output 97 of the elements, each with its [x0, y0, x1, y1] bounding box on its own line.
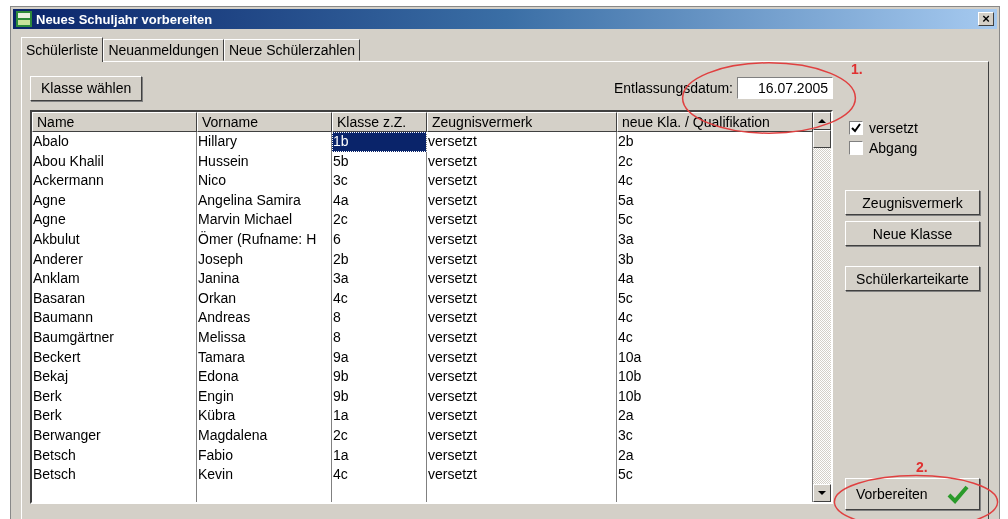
- app-icon: [16, 11, 32, 27]
- table-cell: Engin: [197, 386, 332, 407]
- table-cell: Marvin Michael: [197, 210, 332, 230]
- table-cell: versetzt: [427, 386, 617, 407]
- table-cell: Ömer (Rufname: H: [197, 229, 332, 250]
- table-cell: versetzt: [427, 190, 617, 211]
- prepare-button[interactable]: Vorbereiten: [845, 478, 980, 510]
- side-button[interactable]: Zeugnisvermerk: [845, 190, 980, 215]
- table-cell: Bekaj: [32, 367, 197, 387]
- table-cell: 3a: [332, 269, 427, 289]
- table-cell: Baumgärtner: [32, 327, 197, 348]
- table-cell: Ackermann: [32, 171, 197, 191]
- table-cell: Melissa: [197, 327, 332, 348]
- table-cell: versetzt: [427, 171, 617, 191]
- table-cell: 1b: [332, 132, 427, 152]
- table-cell: versetzt: [427, 132, 617, 152]
- scrollbar[interactable]: [813, 112, 831, 502]
- table-cell: Betsch: [32, 445, 197, 466]
- table-cell: Kübra: [197, 406, 332, 426]
- table-cell: Beckert: [32, 347, 197, 368]
- check-icon: [947, 484, 969, 504]
- table-cell: 1a: [332, 406, 427, 426]
- table-cell: Baumann: [32, 308, 197, 328]
- table-cell: 8: [332, 327, 427, 348]
- table-cell: 2b: [332, 249, 427, 270]
- table-cell: versetzt: [427, 445, 617, 466]
- table-cell: Edona: [197, 367, 332, 387]
- date-field[interactable]: 16.07.2005: [737, 77, 833, 99]
- table-cell: Basaran: [32, 288, 197, 309]
- annotation-number: 2.: [916, 459, 928, 475]
- side-button[interactable]: Schülerkarteikarte: [845, 266, 980, 291]
- table-cell: 9b: [332, 386, 427, 407]
- check-icon: [851, 123, 861, 133]
- tab[interactable]: Neue Schülerzahlen: [223, 39, 360, 61]
- table-cell: versetzt: [427, 347, 617, 368]
- table-cell: Tamara: [197, 347, 332, 368]
- table-cell: versetzt: [427, 210, 617, 230]
- table-cell: 5b: [332, 151, 427, 172]
- table-cell: versetzt: [427, 308, 617, 328]
- tab[interactable]: Schülerliste: [21, 37, 104, 62]
- table-cell: versetzt: [427, 327, 617, 348]
- choose-class-button[interactable]: Klasse wählen: [30, 75, 143, 101]
- table-cell: Anklam: [32, 269, 197, 289]
- table-cell: 4a: [332, 190, 427, 211]
- table-cell: 1a: [332, 445, 427, 466]
- table-cell: versetzt: [427, 249, 617, 270]
- table-cell: 2c: [332, 210, 427, 230]
- table-cell: versetzt: [427, 151, 617, 172]
- tab[interactable]: Neuanmeldungen: [103, 39, 224, 61]
- table-cell: Betsch: [32, 465, 197, 485]
- table-cell: versetzt: [427, 367, 617, 387]
- table-cell: Janina: [197, 269, 332, 289]
- table-cell: versetzt: [427, 269, 617, 289]
- table-cell: Abou Khalil: [32, 151, 197, 172]
- table-cell: Agne: [32, 210, 197, 230]
- column-header[interactable]: Vorname: [197, 112, 332, 132]
- table-cell: versetzt: [427, 465, 617, 485]
- table-cell: Abalo: [32, 132, 197, 152]
- table-cell: 3c: [332, 171, 427, 191]
- table-cell: 4c: [332, 288, 427, 309]
- table-cell: 2c: [332, 425, 427, 446]
- scroll-down-icon[interactable]: [813, 484, 831, 502]
- checkbox[interactable]: Abgang: [845, 138, 980, 158]
- table-cell: Berk: [32, 406, 197, 426]
- table-cell: Agne: [32, 190, 197, 211]
- table-cell: Andreas: [197, 308, 332, 328]
- table-cell: Angelina Samira: [197, 190, 332, 211]
- table-cell: Magdalena: [197, 425, 332, 446]
- table-cell: versetzt: [427, 425, 617, 446]
- table-cell: 4c: [332, 465, 427, 485]
- table-cell: versetzt: [427, 229, 617, 250]
- column-header[interactable]: Zeugnisvermerk: [427, 112, 617, 132]
- table-cell: Hussein: [197, 151, 332, 172]
- table-cell: 8: [332, 308, 427, 328]
- table-cell: 6: [332, 229, 427, 250]
- window-title: Neues Schuljahr vorbereiten: [36, 11, 214, 27]
- table-cell: versetzt: [427, 406, 617, 426]
- table-cell: Akbulut: [32, 229, 197, 250]
- close-button[interactable]: ×: [978, 12, 994, 26]
- table-cell: Nico: [197, 171, 332, 191]
- table-cell: Kevin: [197, 465, 332, 485]
- side-button[interactable]: Neue Klasse: [845, 221, 980, 246]
- column-header[interactable]: Klasse z.Z.: [332, 112, 427, 132]
- annotation-number: 1.: [851, 61, 863, 77]
- table-cell: Berwanger: [32, 425, 197, 446]
- table-cell: Anderer: [32, 249, 197, 270]
- table-cell: Orkan: [197, 288, 332, 309]
- checkbox[interactable]: versetzt: [845, 118, 980, 138]
- table-cell: Berk: [32, 386, 197, 407]
- table-cell: Fabio: [197, 445, 332, 466]
- scroll-thumb[interactable]: [813, 130, 831, 148]
- table-cell: Joseph: [197, 249, 332, 270]
- scroll-up-icon[interactable]: [813, 112, 831, 130]
- column-header[interactable]: Name: [32, 112, 197, 132]
- table-cell: versetzt: [427, 288, 617, 309]
- table-cell: 9a: [332, 347, 427, 368]
- table-cell: 9b: [332, 367, 427, 387]
